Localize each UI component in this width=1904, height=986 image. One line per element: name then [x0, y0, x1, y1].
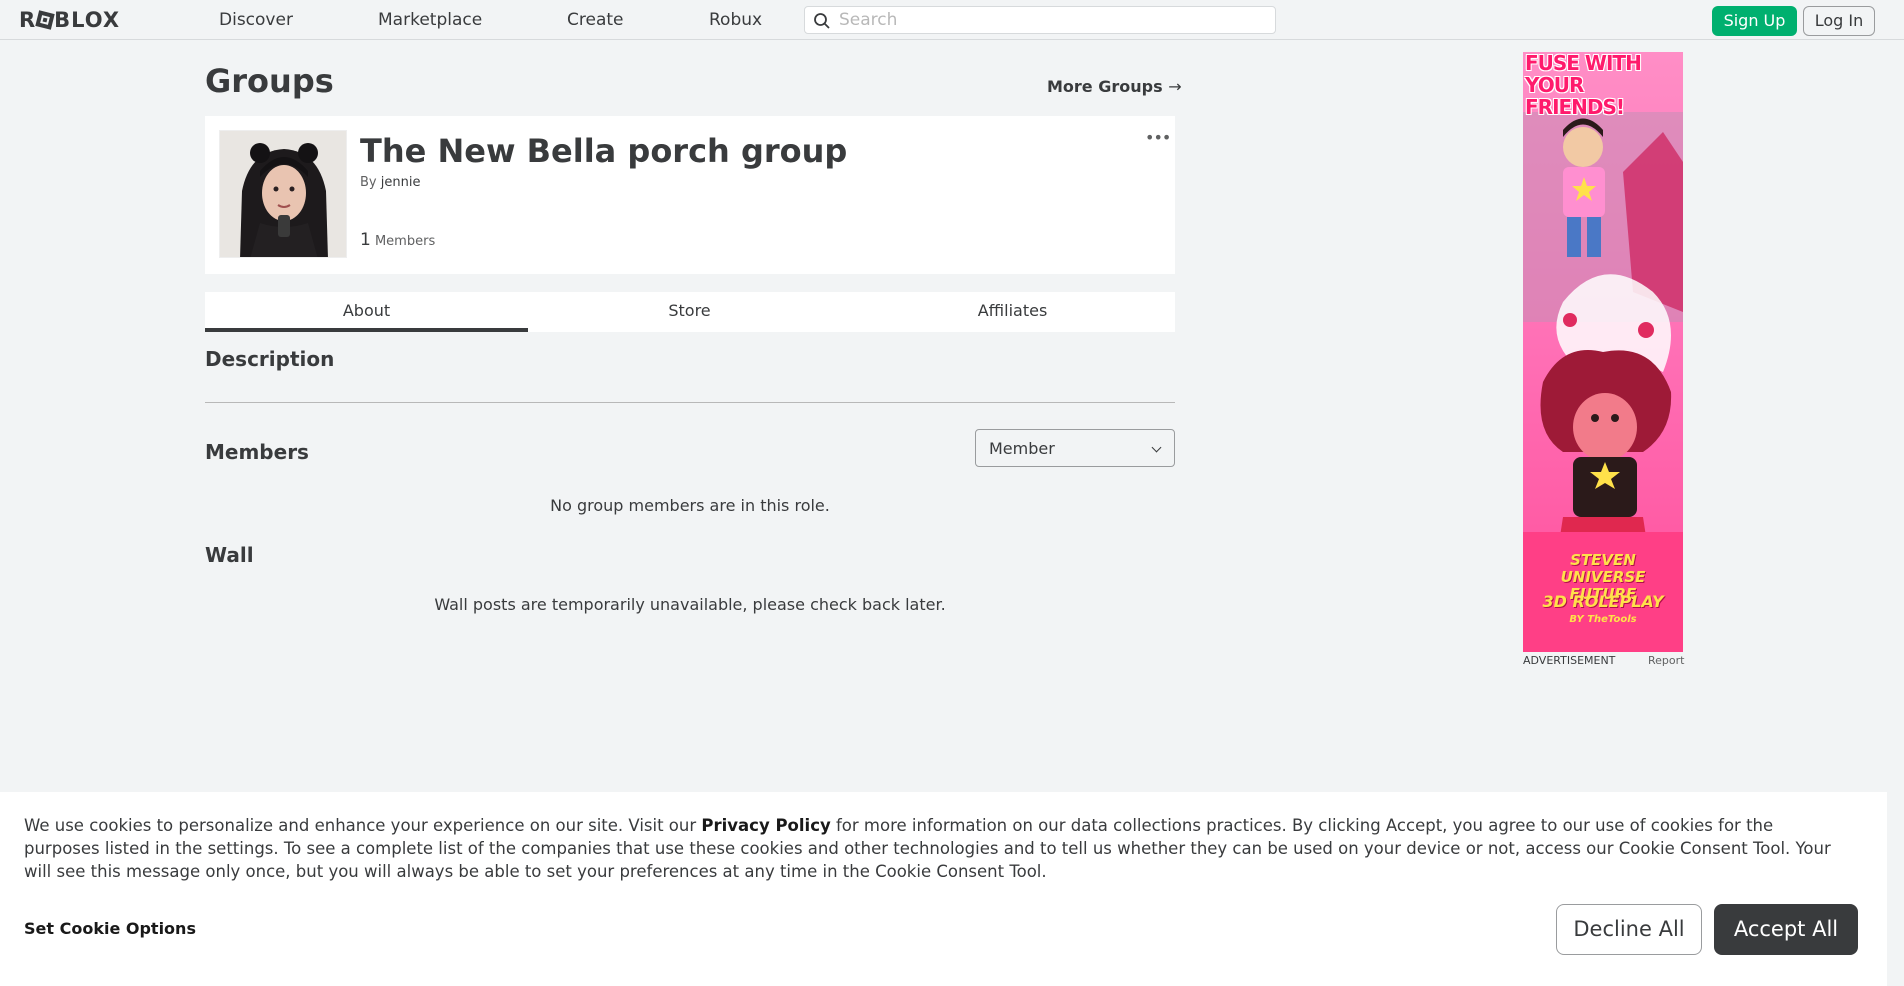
cookie-text-before: We use cookies to personalize and enhanc… [24, 816, 702, 835]
role-dropdown-value: Member [989, 439, 1055, 458]
no-members-message: No group members are in this role. [550, 496, 830, 515]
roblox-logo[interactable]: R BLOX [19, 8, 120, 32]
nav-robux[interactable]: Robux [709, 10, 762, 30]
advertisement-label: ADVERTISEMENT [1523, 654, 1616, 667]
nav-create[interactable]: Create [567, 10, 624, 30]
log-in-button[interactable]: Log In [1803, 6, 1875, 36]
decline-all-button[interactable]: Decline All [1556, 904, 1702, 955]
search-icon [814, 13, 830, 29]
role-dropdown[interactable]: Member [975, 429, 1175, 467]
by-prefix: By [360, 175, 377, 190]
sign-up-button[interactable]: Sign Up [1712, 6, 1797, 36]
search-input[interactable] [839, 10, 1259, 30]
more-options-icon[interactable]: ••• [1145, 128, 1171, 147]
group-owner-line: By jennie [360, 175, 420, 190]
more-groups-link[interactable]: More Groups → [1047, 77, 1182, 96]
search-box[interactable] [804, 6, 1276, 34]
more-groups-label: More Groups [1047, 77, 1163, 96]
members-heading: Members [205, 440, 309, 464]
wall-heading: Wall [205, 543, 254, 567]
nav-marketplace[interactable]: Marketplace [378, 10, 482, 30]
cookie-consent-text: We use cookies to personalize and enhanc… [24, 814, 1854, 883]
privacy-policy-link[interactable]: Privacy Policy [701, 816, 830, 835]
chevron-down-icon [1151, 442, 1162, 453]
accept-all-button[interactable]: Accept All [1714, 904, 1858, 955]
set-cookie-options-link[interactable]: Set Cookie Options [24, 919, 196, 938]
description-heading: Description [205, 347, 335, 371]
ad-game-subtitle: 3D ROLEPLAY [1542, 592, 1664, 611]
ad-headline: FUSE WITH YOUR FRIENDS! [1525, 52, 1642, 119]
ad-game-credit: BY TheTools [1569, 614, 1637, 625]
group-emblem-image [219, 130, 347, 258]
cookie-consent-banner: We use cookies to personalize and enhanc… [0, 792, 1887, 986]
tab-about[interactable]: About [205, 292, 528, 332]
tab-store[interactable]: Store [528, 292, 851, 332]
report-ad-link[interactable]: Report [1648, 654, 1684, 667]
group-header-card: The New Bella porch group By jennie 1 Me… [205, 116, 1175, 274]
group-owner-link[interactable]: jennie [381, 175, 421, 190]
member-count: 1 Members [360, 230, 435, 250]
tab-affiliates[interactable]: Affiliates [851, 292, 1174, 332]
wall-unavailable-message: Wall posts are temporarily unavailable, … [434, 595, 946, 614]
member-count-label: Members [374, 234, 436, 249]
nav-discover[interactable]: Discover [219, 10, 293, 30]
section-divider [205, 402, 1175, 403]
top-navigation-bar: R BLOX Discover Marketplace Create Robux … [0, 0, 1904, 40]
member-count-number: 1 [360, 230, 371, 250]
arrow-right-icon: → [1168, 77, 1182, 96]
page-title: Groups [205, 62, 334, 100]
group-tabs: About Store Affiliates [205, 292, 1175, 332]
group-name: The New Bella porch group [360, 132, 848, 170]
advertisement-banner[interactable]: FUSE WITH YOUR FRIENDS! STEVEN UNIVERSE … [1523, 52, 1683, 652]
